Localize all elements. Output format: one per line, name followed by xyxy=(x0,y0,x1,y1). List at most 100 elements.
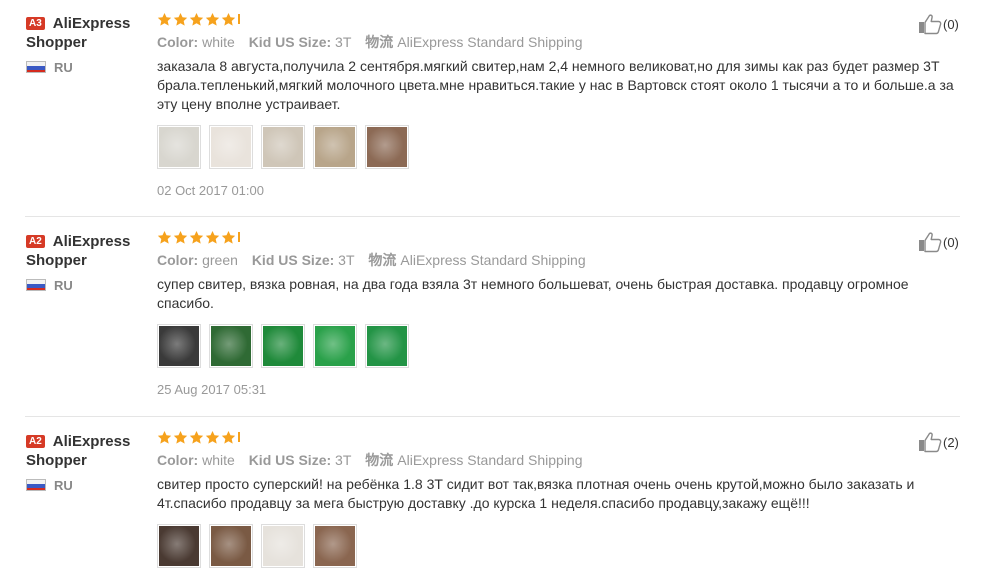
reviewer-name: AliExpress xyxy=(52,15,131,32)
helpful-count: (2) xyxy=(943,434,959,450)
review-body: Color: white Kid US Size: 3T 物流 AliExpres… xyxy=(157,429,957,568)
color-label: Color: xyxy=(157,34,199,50)
star-icon xyxy=(157,12,172,27)
star-icon xyxy=(173,430,188,445)
buyer-level-badge: A2 xyxy=(26,235,45,248)
star-icon xyxy=(221,230,236,245)
helpful-button[interactable]: (0) xyxy=(918,13,959,35)
review-photo-thumbnail[interactable] xyxy=(365,324,409,368)
reviewer-name-second: Shopper xyxy=(26,252,87,269)
star-rating xyxy=(157,429,957,445)
review-photo-thumbnail[interactable] xyxy=(261,125,305,169)
photo-image xyxy=(315,326,355,366)
helpful-count: (0) xyxy=(943,16,959,32)
star-icon xyxy=(173,230,188,245)
star-icon xyxy=(205,230,220,245)
review-photo-thumbnail[interactable] xyxy=(209,324,253,368)
review-photo-thumbnail[interactable] xyxy=(365,125,409,169)
reviewer-country: RU xyxy=(26,278,146,294)
star-end-mark xyxy=(238,432,240,442)
star-icon xyxy=(205,12,220,27)
photo-image xyxy=(263,326,303,366)
review-text: супер свитер, вязка ровная, на два года … xyxy=(157,276,909,311)
star-icon xyxy=(189,12,204,27)
shipping-value: AliExpress Standard Shipping xyxy=(397,452,583,468)
review-photo-thumbnail[interactable] xyxy=(209,524,253,568)
photo-image xyxy=(211,326,251,366)
photo-image xyxy=(159,326,199,366)
color-value: green xyxy=(202,252,238,268)
shipping-label: 物流 xyxy=(365,452,394,468)
review-photos xyxy=(157,324,957,368)
thumbs-up-icon[interactable] xyxy=(918,231,942,253)
reviewer-name-second: Shopper xyxy=(26,34,87,51)
country-code: RU xyxy=(54,278,73,293)
review-photo-thumbnail[interactable] xyxy=(313,324,357,368)
reviewer-name: AliExpress xyxy=(52,233,131,250)
review-text: свитер просто суперский! на ребёнка 1.8 … xyxy=(157,476,915,511)
color-value: white xyxy=(202,34,235,50)
review-photo-thumbnail[interactable] xyxy=(209,125,253,169)
star-icon xyxy=(189,430,204,445)
star-rating xyxy=(157,229,957,245)
reviewer-name-second: Shopper xyxy=(26,452,87,469)
reviewer-country: RU xyxy=(26,478,146,494)
reviewer-name-line: A2 AliExpress xyxy=(26,432,146,451)
order-attributes: Color: white Kid US Size: 3T 物流 AliExpres… xyxy=(157,31,957,53)
photo-image xyxy=(315,127,355,167)
size-value: 3T xyxy=(338,252,355,268)
review-body: Color: green Kid US Size: 3T 物流 AliExpres… xyxy=(157,229,957,398)
star-icon xyxy=(173,12,188,27)
helpful-count: (0) xyxy=(943,234,959,250)
reviewer-name: AliExpress xyxy=(52,433,131,450)
star-icon xyxy=(157,430,172,445)
country-code: RU xyxy=(54,60,73,75)
review-photo-thumbnail[interactable] xyxy=(261,524,305,568)
helpful-button[interactable]: (2) xyxy=(918,431,959,453)
helpful-button[interactable]: (0) xyxy=(918,231,959,253)
photo-image xyxy=(367,127,407,167)
russia-flag-icon xyxy=(26,279,46,291)
size-value: 3T xyxy=(335,452,352,468)
photo-image xyxy=(367,326,407,366)
star-icon xyxy=(189,230,204,245)
size-label: Kid US Size: xyxy=(251,252,335,268)
review-divider xyxy=(25,216,960,217)
size-value: 3T xyxy=(335,34,352,50)
photo-image xyxy=(159,526,199,566)
review-photos xyxy=(157,524,957,568)
shipping-value: AliExpress Standard Shipping xyxy=(400,252,586,268)
star-icon xyxy=(205,430,220,445)
color-label: Color: xyxy=(157,252,199,268)
review-date: 02 Oct 2017 01:00 xyxy=(157,183,264,198)
star-icon xyxy=(221,12,236,27)
review-photo-thumbnail[interactable] xyxy=(157,524,201,568)
color-value: white xyxy=(202,452,235,468)
review-photo-thumbnail[interactable] xyxy=(313,125,357,169)
star-end-mark xyxy=(238,14,240,24)
photo-image xyxy=(211,127,251,167)
buyer-level-badge: A3 xyxy=(26,17,45,30)
photo-image xyxy=(159,127,199,167)
review-photos xyxy=(157,125,957,169)
star-icon xyxy=(221,430,236,445)
review-photo-thumbnail[interactable] xyxy=(261,324,305,368)
thumbs-up-icon[interactable] xyxy=(918,431,942,453)
photo-image xyxy=(263,526,303,566)
review-photo-thumbnail[interactable] xyxy=(157,324,201,368)
russia-flag-icon xyxy=(26,61,46,73)
country-code: RU xyxy=(54,478,73,493)
reviewer-info: A2 AliExpress Shopper RU xyxy=(26,232,146,294)
star-rating xyxy=(157,11,957,27)
reviewer-name-line: A2 AliExpress xyxy=(26,232,146,251)
review-photo-thumbnail[interactable] xyxy=(313,524,357,568)
review-divider xyxy=(25,416,960,417)
review-date: 25 Aug 2017 05:31 xyxy=(157,382,267,397)
thumbs-up-icon[interactable] xyxy=(918,13,942,35)
reviewer-country: RU xyxy=(26,60,146,76)
order-attributes: Color: white Kid US Size: 3T 物流 AliExpres… xyxy=(157,449,957,471)
shipping-value: AliExpress Standard Shipping xyxy=(397,34,583,50)
color-label: Color: xyxy=(157,452,199,468)
review-photo-thumbnail[interactable] xyxy=(157,125,201,169)
photo-image xyxy=(315,526,355,566)
